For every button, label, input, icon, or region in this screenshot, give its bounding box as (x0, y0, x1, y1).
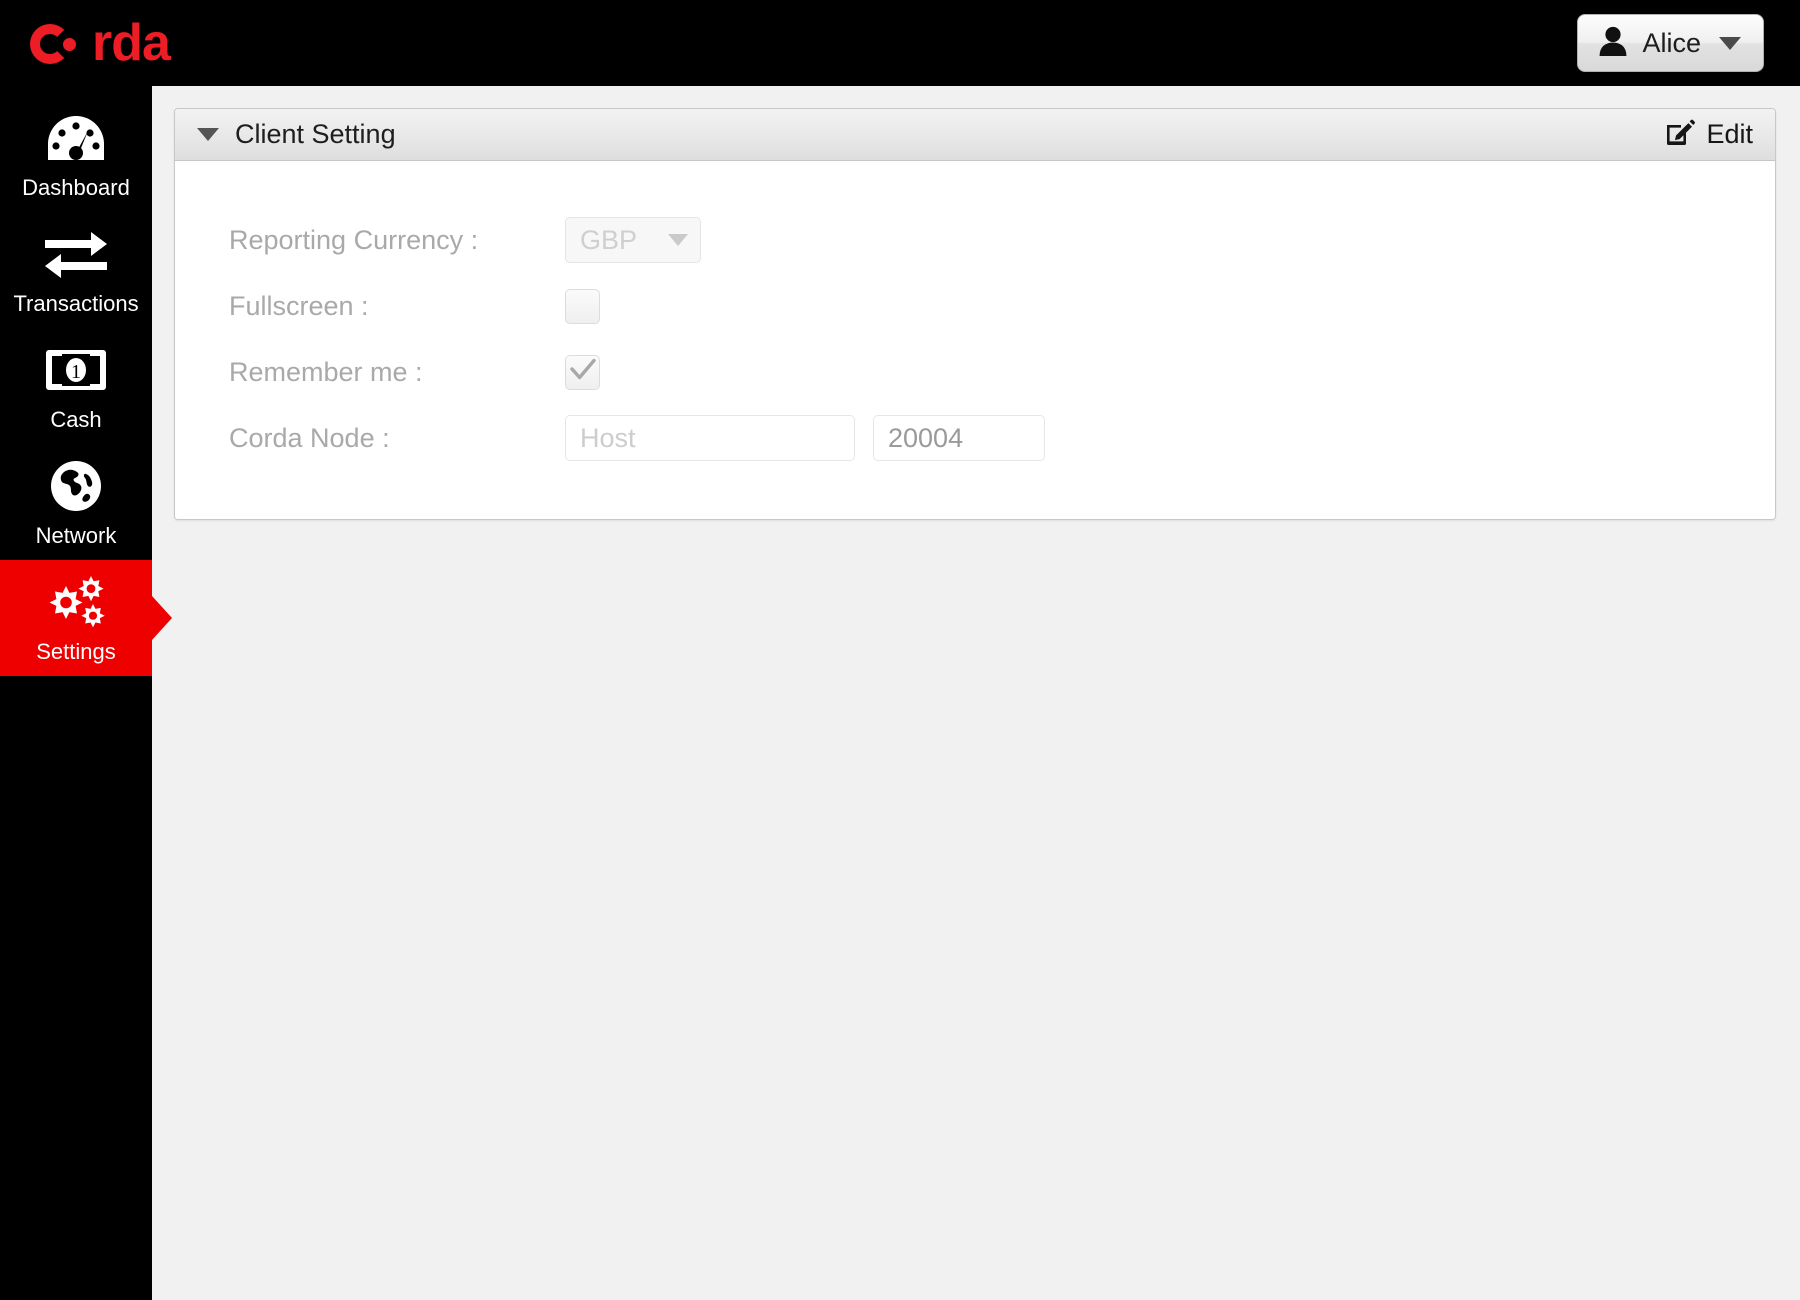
app-window: rda Alice Dashboard Transactions 1 Cash … (0, 0, 1800, 1300)
globe-icon (50, 457, 102, 515)
panel-title: Client Setting (235, 119, 396, 149)
edit-label: Edit (1706, 119, 1753, 149)
sidebar-label: Settings (36, 639, 116, 664)
chevron-down-icon (1719, 36, 1741, 50)
sidebar-label: Transactions (13, 291, 139, 316)
sidebar-item-transactions[interactable]: Transactions (0, 212, 152, 328)
form-row-reporting-currency: Reporting Currency : GBP (175, 207, 1775, 273)
panel-header: Client Setting Edit (175, 109, 1775, 161)
bottom-strip (152, 1292, 1800, 1300)
fullscreen-field (565, 288, 600, 324)
exchange-arrows-icon (43, 225, 109, 283)
reporting-currency-label: Reporting Currency : (229, 224, 479, 255)
sidebar-label: Dashboard (22, 175, 130, 200)
sidebar-nav: Dashboard Transactions 1 Cash Network Se… (0, 86, 152, 1300)
sidebar-item-settings[interactable]: Settings (0, 560, 152, 676)
pencil-square-icon (1665, 118, 1696, 151)
svg-text:1: 1 (71, 361, 81, 383)
form-row-remember-me: Remember me : (175, 339, 1775, 405)
sidebar-label: Cash (50, 407, 102, 432)
corda-logo-text: rda (92, 14, 171, 72)
reporting-currency-value: GBP (580, 224, 638, 255)
remember-me-field (565, 354, 600, 390)
corda-node-label: Corda Node : (229, 422, 390, 453)
gears-icon (42, 573, 110, 631)
sidebar-item-cash[interactable]: 1 Cash (0, 328, 152, 444)
remember-me-checkbox[interactable] (565, 354, 600, 390)
body-row: Dashboard Transactions 1 Cash Network Se… (0, 86, 1800, 1300)
user-name-label: Alice (1642, 27, 1701, 58)
corda-logo-c-icon (30, 20, 76, 66)
user-menu-button[interactable]: Alice (1577, 14, 1764, 72)
checkmark-icon (569, 358, 596, 387)
panel-title-wrap: Client Setting (197, 119, 396, 150)
reporting-currency-field: GBP (565, 217, 701, 263)
top-bar: rda Alice (0, 0, 1800, 86)
corda-node-port-input[interactable]: 20004 (873, 415, 1045, 461)
triangle-down-icon[interactable] (197, 128, 219, 141)
sidebar-item-network[interactable]: Network (0, 444, 152, 560)
client-setting-panel: Client Setting Edit Reporting Currency:… (174, 108, 1776, 520)
corda-node-field: Host 20004 (565, 415, 1045, 461)
form-row-fullscreen: Fullscreen : (175, 273, 1775, 339)
fullscreen-checkbox[interactable] (565, 288, 600, 324)
edit-button[interactable]: Edit (1665, 118, 1753, 151)
reporting-currency-select[interactable]: GBP (565, 217, 701, 263)
form-row-corda-node: Corda Node : Host 20004 (175, 405, 1775, 471)
remember-me-label: Remember me : (229, 356, 423, 387)
corda-logo: rda (24, 14, 171, 72)
fullscreen-label: Fullscreen : (229, 290, 369, 321)
person-icon (1598, 25, 1628, 62)
chevron-down-icon (668, 234, 688, 246)
sidebar-item-dashboard[interactable]: Dashboard (0, 96, 152, 212)
panel-body: Reporting Currency : GBP Fullscreen : Re… (175, 161, 1775, 519)
main-content: Client Setting Edit Reporting Currency:… (152, 86, 1800, 1300)
dashboard-gauge-icon (47, 109, 105, 167)
sidebar-label: Network (35, 523, 117, 548)
banknote-icon: 1 (45, 341, 107, 399)
corda-node-host-input[interactable]: Host (565, 415, 855, 461)
